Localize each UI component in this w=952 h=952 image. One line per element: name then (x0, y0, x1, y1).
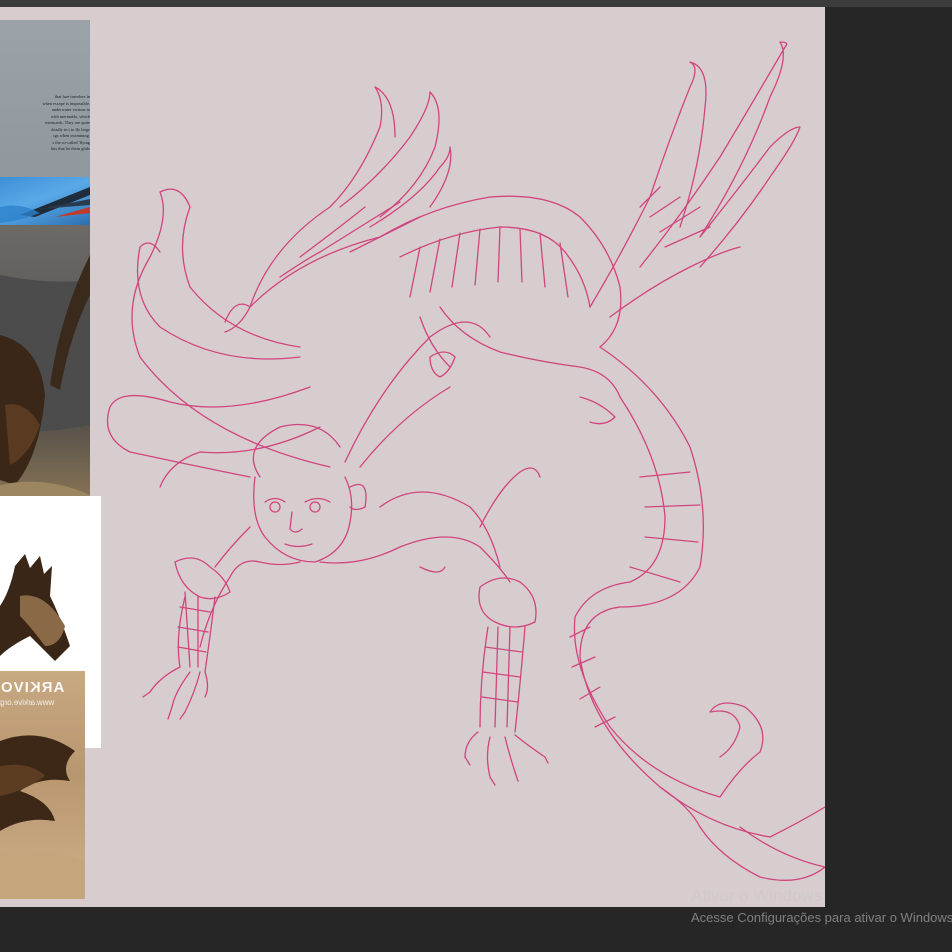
top-toolbar-strip (0, 0, 952, 7)
windows-activation-watermark: Ativar o Windows Acesse Configurações pa… (691, 886, 952, 927)
activation-title: Ativar o Windows (691, 886, 823, 905)
activation-subtitle: Acesse Configurações para ativar o Windo… (691, 910, 952, 925)
creature-sketch (106, 41, 825, 881)
drawing-canvas[interactable]: that lure travelers in when escape is imp… (0, 7, 825, 907)
